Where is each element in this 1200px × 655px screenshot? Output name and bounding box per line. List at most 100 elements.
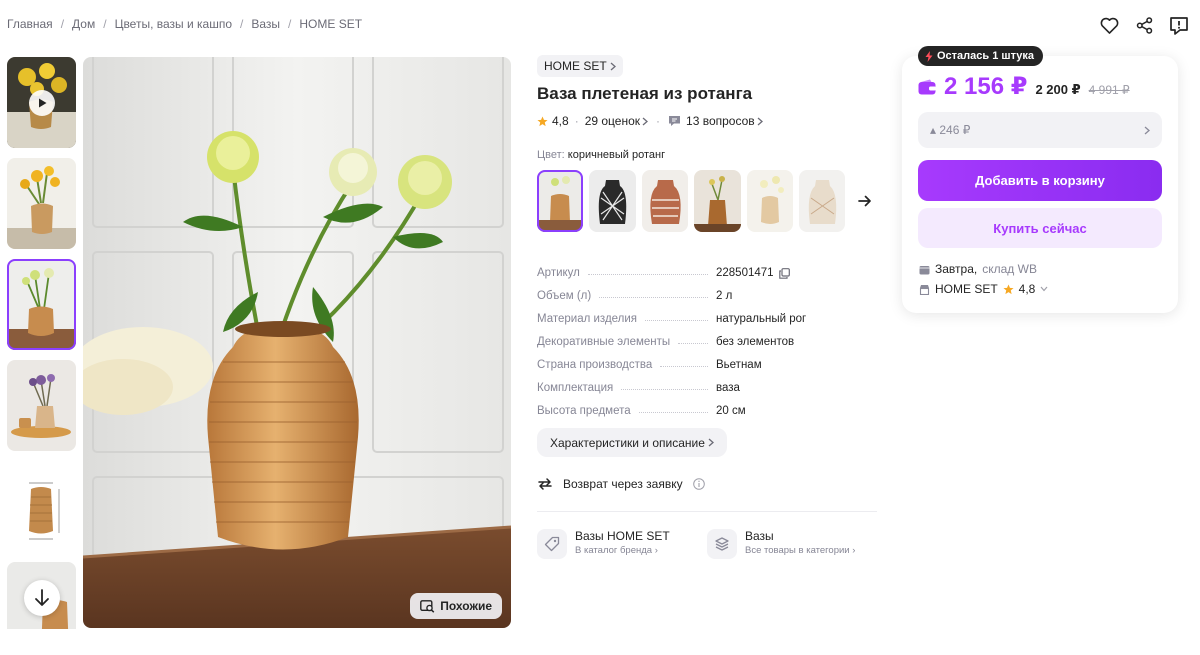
info-icon[interactable] [692,478,705,490]
color-swatch[interactable] [746,170,793,232]
product-info: HOME SET Ваза плетеная из ротанга 4,8 · … [537,55,877,559]
seller-info[interactable]: HOME SET 4,8 [919,282,1048,296]
buy-now-button[interactable]: Купить сейчас [918,208,1162,248]
link-subtitle: Все товары в категории › [745,545,856,556]
spec-value: 20 см [716,405,746,417]
layers-icon [707,529,737,559]
favorite-heart-icon[interactable] [1098,14,1120,36]
share-icon[interactable] [1133,14,1155,36]
spec-value: натуральный рог [716,313,807,325]
breadcrumb-separator: / [240,17,244,31]
category-links: Вазы HOME SET В каталог бренда › Вазы Вс… [537,529,877,559]
stock-text: Осталась 1 штука [937,50,1034,62]
image-search-icon [420,599,435,613]
color-label: Цвет: коричневый ротанг [537,149,666,161]
spec-key: Комплектация [537,382,614,394]
reviews-count: 29 оценок [584,114,641,128]
spec-value: ваза [716,382,740,394]
spec-value: без элементов [716,336,795,348]
color-swatch-selected[interactable] [537,170,584,232]
color-swatches [537,170,877,232]
rating-row: 4,8 · 29 оценок · 13 вопросов [537,114,877,128]
breadcrumb-dom[interactable]: Дом [72,17,95,31]
breadcrumb-brand[interactable]: HOME SET [299,17,362,31]
swatches-next-arrow-icon[interactable] [853,189,877,213]
breadcrumb-separator: / [60,17,65,31]
seller-rating: 4,8 [1018,282,1036,296]
brand-catalog-link[interactable]: Вазы HOME SET В каталог бренда › [537,529,707,559]
chevron-right-icon [757,117,763,125]
similar-label: Похожие [440,599,492,613]
price-row: 2 156 ₽ 2 200 ₽ 4 991 ₽ [918,72,1130,101]
breadcrumb-home[interactable]: Главная [7,17,53,31]
spec-row: Материал изделия натуральный рог [537,302,877,325]
spec-key: Страна производства [537,359,653,371]
breadcrumb-vases[interactable]: Вазы [251,17,280,31]
thumbnail-photo[interactable] [7,158,76,249]
breadcrumb-separator: / [288,17,292,31]
scroll-down-arrow-icon[interactable] [24,580,60,616]
color-swatch[interactable] [589,170,636,232]
spec-row: Высота предмета 20 см [537,394,877,417]
rating-value: 4,8 [552,114,569,128]
main-product-photo[interactable]: Похожие [83,57,511,628]
play-icon[interactable] [29,90,55,116]
reviews-link[interactable]: 29 оценок [584,114,649,128]
link-title: Вазы [745,529,774,543]
spec-value: 228501471 [716,267,790,279]
top-actions [1098,14,1190,36]
characteristics-label: Характеристики и описание [550,435,705,450]
savings-value: ▴ 246 ₽ [930,123,971,137]
report-message-icon[interactable] [1168,14,1190,36]
savings-row[interactable]: ▴ 246 ₽ [918,112,1162,148]
spec-row: Артикул 228501471 [537,256,877,279]
brand-name: HOME SET [544,59,607,73]
spec-row: Комплектация ваза [537,371,877,394]
color-swatch[interactable] [694,170,741,232]
product-title: Ваза плетеная из ротанга [537,84,753,103]
characteristics-button[interactable]: Характеристики и описание [537,428,727,457]
star-icon [1003,283,1014,294]
spec-key: Материал изделия [537,313,638,325]
chevron-right-icon [642,117,649,125]
spec-key: Артикул [537,267,580,279]
chevron-right-icon [1144,126,1150,134]
add-to-cart-button[interactable]: Добавить в корзину [918,160,1162,201]
chevron-down-icon [1040,286,1048,292]
copy-icon[interactable] [778,267,790,279]
thumbnail-photo-selected[interactable] [7,259,76,350]
link-title: Вазы HOME SET [575,529,670,543]
wallet-icon [918,79,936,94]
color-swatch[interactable] [641,170,689,232]
lightning-icon [925,50,933,62]
spec-key: Высота предмета [537,405,631,417]
questions-count: 13 вопросов [686,114,755,128]
star-icon [537,115,548,126]
box-icon [919,265,930,274]
thumbnail-list [7,57,77,629]
return-arrows-icon [538,478,552,490]
thumbnail-video[interactable] [7,57,76,148]
delivery-warehouse: склад WB [982,262,1037,276]
stock-badge: Осталась 1 штука [918,46,1043,66]
breadcrumb-separator: / [103,17,107,31]
return-text: Возврат через заявку [563,477,683,491]
category-link[interactable]: Вазы Все товары в категории › [707,529,877,559]
article-number: 228501471 [716,267,774,279]
specs-table: Артикул 228501471 Объем (л) 2 л Материал… [537,256,877,417]
thumbnail-photo[interactable] [7,360,76,451]
brand-link[interactable]: HOME SET [537,55,623,77]
questions-link[interactable]: 13 вопросов [668,114,763,128]
similar-products-button[interactable]: Похожие [410,593,502,619]
spec-row: Страна производства Вьетнам [537,348,877,371]
link-subtitle: В каталог бренда › [575,545,658,556]
spec-row: Декоративные элементы без элементов [537,325,877,348]
seller-name: HOME SET [935,282,998,296]
color-swatch[interactable] [798,170,846,232]
thumbnail-dimensions[interactable] [7,461,76,552]
breadcrumb-flowers[interactable]: Цветы, вазы и кашпо [115,17,232,31]
price-without-wallet: 2 200 ₽ [1035,82,1081,97]
tag-icon [537,529,567,559]
spec-value: Вьетнам [716,359,762,371]
chevron-right-icon [708,438,714,447]
